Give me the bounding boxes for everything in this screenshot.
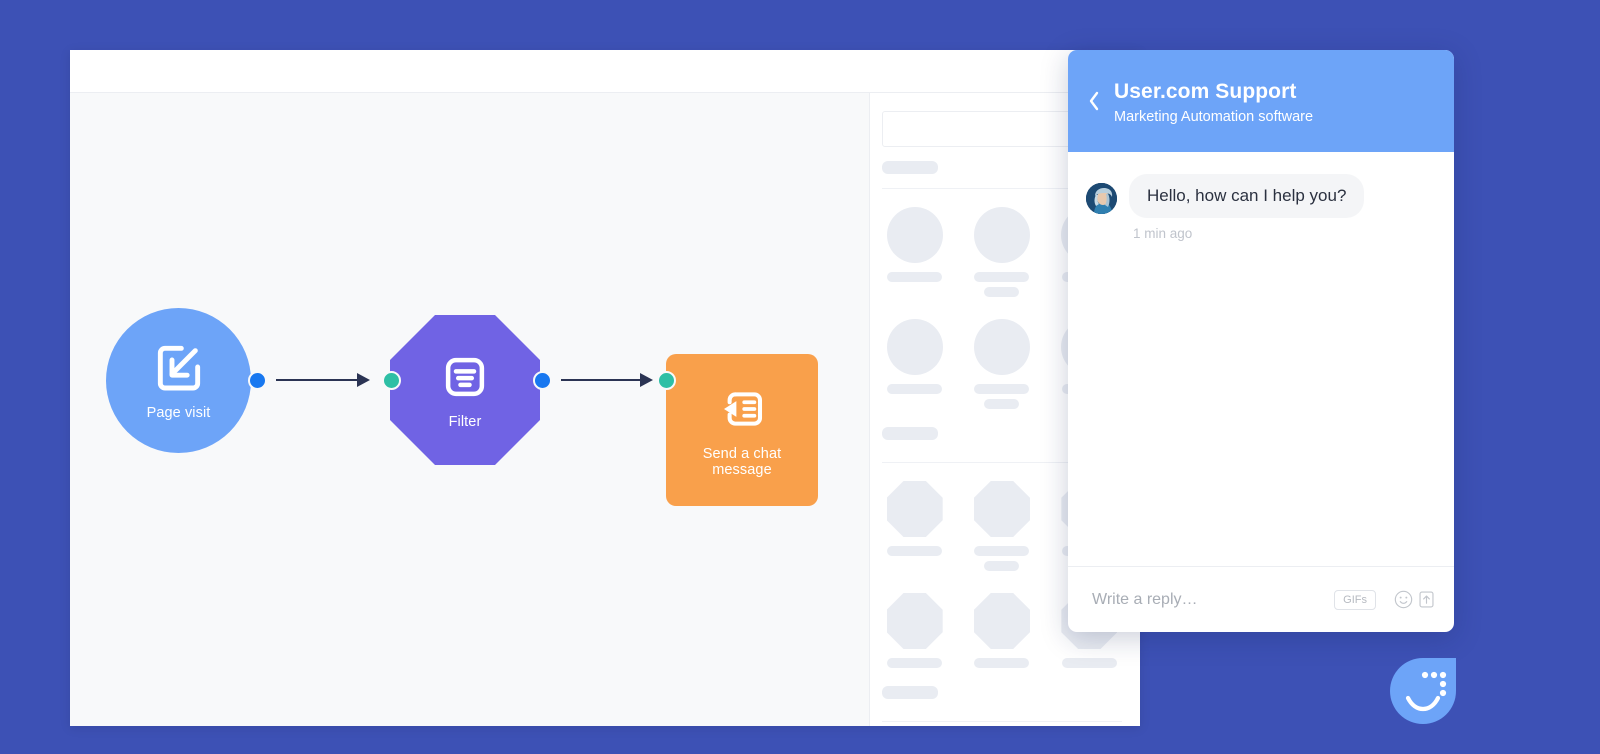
chat-launcher-button[interactable] bbox=[1390, 658, 1456, 724]
workflow-node-label: Filter bbox=[448, 413, 482, 430]
workflow-node-label: Send a chat message bbox=[702, 446, 782, 478]
chat-header: User.com Support Marketing Automation so… bbox=[1068, 50, 1454, 152]
chevron-left-icon[interactable] bbox=[1088, 91, 1100, 115]
node-library-item[interactable] bbox=[969, 319, 1034, 409]
chat-reply-input[interactable] bbox=[1092, 590, 1335, 609]
placeholder-label bbox=[984, 399, 1020, 409]
connector-line bbox=[561, 379, 641, 381]
chat-message-list: Hello, how can I help you? 1 min ago bbox=[1068, 152, 1454, 566]
placeholder-octagon-icon bbox=[973, 481, 1030, 537]
send-chat-message-icon bbox=[715, 382, 769, 441]
placeholder-label bbox=[974, 272, 1030, 282]
gifs-button[interactable]: GIFs bbox=[1334, 589, 1376, 610]
chat-message-content: Hello, how can I help you? 1 min ago bbox=[1129, 174, 1365, 241]
placeholder-octagon-icon bbox=[973, 593, 1030, 649]
chat-message: Hello, how can I help you? 1 min ago bbox=[1086, 174, 1436, 241]
connector-arrowhead bbox=[640, 373, 653, 387]
connector-arrow-trigger-to-filter bbox=[276, 373, 370, 387]
placeholder-label bbox=[887, 658, 943, 668]
workflow-node-send-chat-message[interactable]: Send a chat message bbox=[666, 354, 818, 506]
placeholder-circle-icon bbox=[973, 319, 1030, 375]
placeholder-label bbox=[984, 561, 1020, 571]
connector-arrow-filter-to-action bbox=[561, 373, 653, 387]
placeholder-circle-icon bbox=[886, 207, 943, 263]
avatar bbox=[1086, 183, 1117, 214]
placeholder-label bbox=[974, 546, 1030, 556]
chat-subtitle: Marketing Automation software bbox=[1114, 108, 1314, 125]
placeholder-label bbox=[887, 272, 943, 282]
emoji-smiley-icon[interactable] bbox=[1394, 590, 1413, 609]
node-output-port-page-visit[interactable] bbox=[248, 371, 267, 390]
chat-message-timestamp: 1 min ago bbox=[1133, 226, 1193, 241]
placeholder-label bbox=[887, 384, 943, 394]
page-visit-icon bbox=[151, 339, 207, 400]
chat-widget: User.com Support Marketing Automation so… bbox=[1068, 50, 1454, 632]
node-library-item[interactable] bbox=[969, 481, 1034, 571]
placeholder-label bbox=[887, 546, 943, 556]
placeholder-octagon-icon bbox=[886, 593, 943, 649]
node-library-item[interactable] bbox=[882, 593, 947, 668]
node-library-item[interactable] bbox=[969, 593, 1034, 668]
node-input-port-send-chat-message[interactable] bbox=[657, 371, 676, 390]
workflow-node-label: Page visit bbox=[146, 405, 211, 422]
node-library-section-label bbox=[882, 427, 938, 440]
placeholder-label bbox=[1061, 658, 1117, 668]
chat-title: User.com Support bbox=[1114, 79, 1297, 103]
node-output-port-filter[interactable] bbox=[533, 371, 552, 390]
placeholder-circle-icon bbox=[973, 207, 1030, 263]
node-library-item[interactable] bbox=[882, 319, 947, 409]
placeholder-octagon-icon bbox=[886, 481, 943, 537]
upload-icon[interactable] bbox=[1417, 590, 1436, 609]
workflow-canvas[interactable]: Page visit Filter Send a chat message bbox=[70, 93, 870, 726]
placeholder-label bbox=[984, 287, 1020, 297]
node-library-item[interactable] bbox=[882, 207, 947, 297]
connector-line bbox=[276, 379, 358, 381]
app-toolbar bbox=[70, 50, 1140, 93]
node-library-section-label bbox=[882, 161, 938, 174]
chat-launcher-smiley-icon bbox=[1390, 658, 1456, 724]
app-body: Page visit Filter Send a chat message bbox=[70, 93, 1140, 726]
placeholder-label bbox=[974, 384, 1030, 394]
placeholder-label bbox=[974, 658, 1030, 668]
node-library-item[interactable] bbox=[882, 481, 947, 571]
node-library-section-actions bbox=[882, 721, 1122, 726]
workflow-node-page-visit[interactable]: Page visit bbox=[106, 308, 251, 453]
filter-icon bbox=[438, 350, 492, 409]
app-window: Page visit Filter Send a chat message bbox=[70, 50, 1140, 726]
placeholder-circle-icon bbox=[886, 319, 943, 375]
connector-arrowhead bbox=[357, 373, 370, 387]
chat-message-bubble: Hello, how can I help you? bbox=[1129, 174, 1365, 218]
node-input-port-filter[interactable] bbox=[382, 371, 401, 390]
node-library-item[interactable] bbox=[969, 207, 1034, 297]
chat-composer: GIFs bbox=[1068, 566, 1454, 632]
workflow-node-filter[interactable]: Filter bbox=[390, 315, 540, 465]
node-library-section-label bbox=[882, 686, 938, 699]
